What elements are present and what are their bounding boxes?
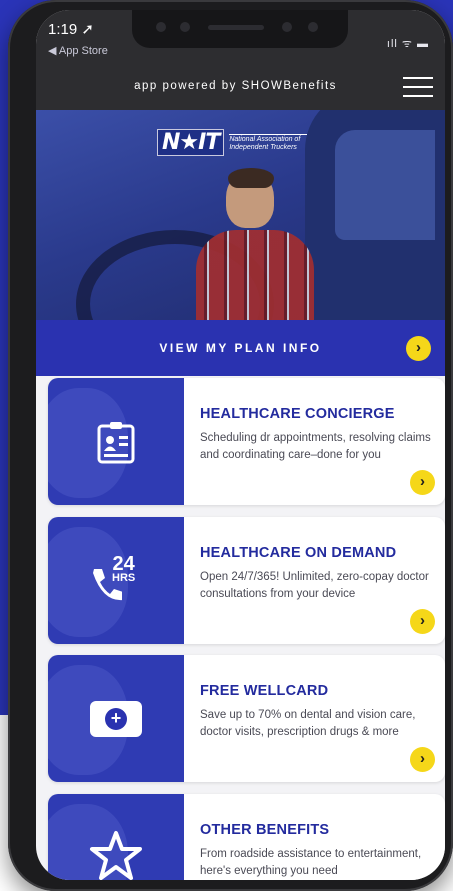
other-benefits-card[interactable]: OTHER BENEFITS From roadside assistance … [48, 794, 445, 880]
chevron-right-icon[interactable]: › [410, 747, 435, 772]
logo-mark: N★IT [157, 129, 225, 156]
status-time: 1:19 ➚ [48, 21, 94, 38]
status-bar: 1:19 ➚ ◀ App Store ıll ᯤ ▬ [36, 10, 445, 64]
chevron-right-icon[interactable]: › [406, 336, 431, 361]
hero-banner: N★IT National Association of Independent… [36, 110, 445, 320]
card-title: HEALTHCARE ON DEMAND [200, 545, 397, 561]
24-hours-badge: 24 HRS [112, 553, 136, 585]
app-header: app powered by SHOWBenefits [36, 64, 445, 110]
badge-number: 24 [112, 553, 135, 575]
view-plan-info-button[interactable]: VIEW MY PLAN INFO › [36, 320, 445, 376]
phone-screen: 1:19 ➚ ◀ App Store ıll ᯤ ▬ app powered b… [36, 10, 445, 880]
truck-window-shape [335, 130, 435, 240]
speaker-grille [208, 25, 264, 30]
chevron-right-icon[interactable]: › [410, 609, 435, 634]
id-card-icon [97, 421, 135, 463]
view-plan-info-label: VIEW MY PLAN INFO [159, 341, 322, 355]
plus-icon: + [105, 707, 127, 730]
healthcare-concierge-card[interactable]: HEALTHCARE CONCIERGE Scheduling dr appoi… [48, 378, 445, 505]
healthcare-on-demand-card[interactable]: 24 HRS HEALTHCARE ON DEMAND Open 24/7/36… [48, 517, 445, 644]
card-description: Save up to 70% on dental and vision care… [200, 709, 416, 738]
star-icon [90, 831, 142, 880]
sensor-dot-icon [282, 22, 292, 32]
association-logo: N★IT National Association of Independent… [157, 129, 308, 156]
card-title: HEALTHCARE CONCIERGE [200, 406, 395, 422]
phone-frame: 1:19 ➚ ◀ App Store ıll ᯤ ▬ app powered b… [8, 0, 453, 891]
driver-figure [196, 230, 314, 320]
powered-by-text: app powered by SHOWBenefits [134, 80, 337, 92]
hamburger-menu-icon[interactable] [403, 77, 433, 97]
card-title: OTHER BENEFITS [200, 822, 330, 838]
free-wellcard-card[interactable]: + FREE WELLCARD Save up to 70% on dental… [48, 655, 445, 782]
camera-dot-icon [156, 22, 166, 32]
card-image: 24 HRS [48, 517, 184, 644]
chevron-right-icon[interactable]: › [410, 470, 435, 495]
card-image: + [48, 655, 184, 782]
driver-hair [228, 168, 274, 188]
card-description: Scheduling dr appointments, resolving cl… [200, 432, 431, 461]
logo-text: National Association of Independent Truc… [229, 133, 308, 152]
signal-wifi-battery-icons: ıll ᯤ ▬ [386, 38, 429, 50]
sensor-dot-icon [180, 22, 190, 32]
card-title: FREE WELLCARD [200, 683, 329, 699]
card-description: From roadside assistance to entertainmen… [200, 848, 422, 877]
card-image [48, 378, 184, 505]
badge-unit: HRS [112, 572, 136, 584]
card-description: Open 24/7/365! Unlimited, zero-copay doc… [200, 571, 429, 600]
back-to-app-store-link[interactable]: ◀ App Store [48, 44, 108, 57]
phone-notch [132, 10, 348, 48]
medical-card-icon: + [90, 700, 142, 737]
card-image [48, 794, 184, 880]
sensor-dot-icon [308, 22, 318, 32]
